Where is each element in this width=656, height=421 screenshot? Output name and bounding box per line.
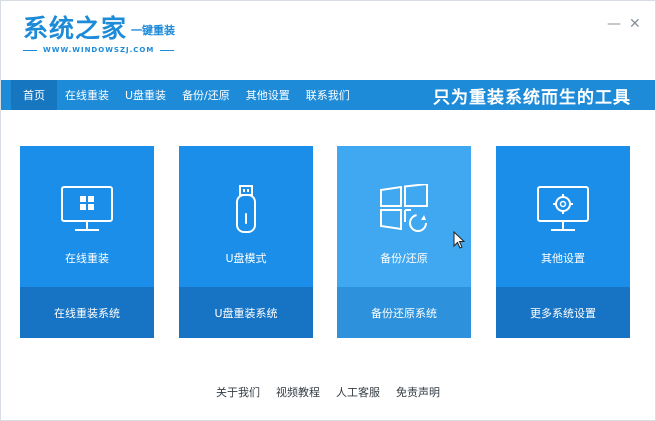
logo-url-row: WWW.WINDOWSZJ.COM (23, 46, 175, 54)
logo-title: 系统之家 (23, 14, 128, 43)
footer-link-support[interactable]: 人工客服 (336, 384, 380, 400)
logo-tagline: 一键重装 (131, 24, 176, 37)
card-action-more-settings[interactable]: 更多系统设置 (496, 287, 630, 338)
logo-divider (23, 49, 37, 51)
usb-drive-icon (236, 185, 256, 233)
card-title: 在线重装 (65, 252, 109, 265)
card-action-online-reinstall[interactable]: 在线重装系统 (20, 287, 154, 338)
nav-item-other-settings[interactable]: 其他设置 (238, 80, 298, 110)
mouse-cursor-icon (453, 231, 465, 249)
footer-link-video-tutorial[interactable]: 视频教程 (276, 384, 320, 400)
minimize-button[interactable]: — (607, 17, 621, 31)
card-action-usb-reinstall[interactable]: U盘重装系统 (179, 287, 313, 338)
logo-divider (160, 49, 175, 51)
footer-link-disclaimer[interactable]: 免责声明 (396, 384, 440, 400)
nav-item-home[interactable]: 首页 (11, 80, 57, 110)
nav-item-backup-restore[interactable]: 备份/还原 (174, 80, 238, 110)
nav-slogan: 只为重装系统而生的工具 (433, 87, 631, 108)
card-backup-restore[interactable]: 备份/还原 备份还原系统 (337, 146, 471, 338)
card-usb-mode[interactable]: U盘模式 U盘重装系统 (179, 146, 313, 338)
monitor-gear-icon (537, 186, 589, 231)
card-title: 备份/还原 (380, 252, 428, 265)
card-top[interactable]: 其他设置 (496, 146, 630, 287)
card-top[interactable]: U盘模式 (179, 146, 313, 287)
card-action-backup-restore[interactable]: 备份还原系统 (337, 287, 471, 338)
logo-main: 系统之家 一键重装 (23, 15, 175, 43)
footer-links: 关于我们 视频教程 人工客服 免责声明 (1, 384, 655, 400)
app-window: 系统之家 一键重装 WWW.WINDOWSZJ.COM — ✕ 首页 在线重装 … (0, 0, 656, 421)
card-title: U盘模式 (225, 252, 267, 265)
nav-item-online-reinstall[interactable]: 在线重装 (57, 80, 117, 110)
app-logo: 系统之家 一键重装 WWW.WINDOWSZJ.COM (23, 15, 175, 54)
monitor-windows-icon (61, 186, 113, 231)
close-button[interactable]: ✕ (629, 17, 641, 31)
card-online-reinstall[interactable]: 在线重装 在线重装系统 (20, 146, 154, 338)
nav-item-contact-us[interactable]: 联系我们 (298, 80, 358, 110)
logo-url: WWW.WINDOWSZJ.COM (43, 46, 155, 54)
card-title: 其他设置 (541, 252, 585, 265)
card-top[interactable]: 在线重装 (20, 146, 154, 287)
card-other-settings[interactable]: 其他设置 更多系统设置 (496, 146, 630, 338)
windows-restore-icon (380, 184, 428, 232)
footer-link-about[interactable]: 关于我们 (216, 384, 260, 400)
nav-item-usb-reinstall[interactable]: U盘重装 (117, 80, 174, 110)
card-top[interactable]: 备份/还原 (337, 146, 471, 287)
main-navbar: 首页 在线重装 U盘重装 备份/还原 其他设置 联系我们 只为重装系统而生的工具 (1, 80, 655, 110)
